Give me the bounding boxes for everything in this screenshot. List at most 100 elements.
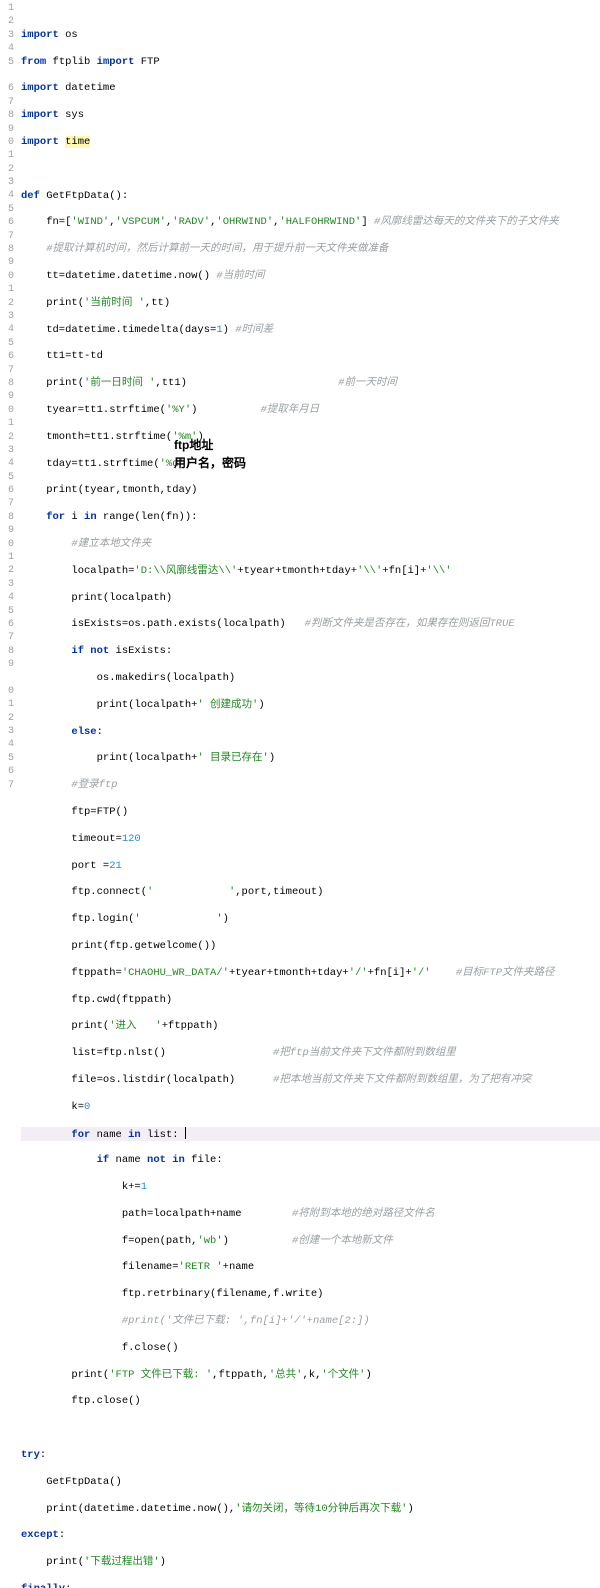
kw-if: if (21, 1154, 109, 1166)
str: '前一日时间 ' (84, 377, 155, 389)
tok: ) (258, 699, 264, 711)
tok: ,k, (302, 1369, 321, 1381)
tok: port = (21, 860, 109, 872)
tok: +tyear+tmonth+tday+ (237, 565, 357, 577)
tok: print( (21, 377, 84, 389)
comment: #提取计算机时间，然后计算前一天的时间，用于提升前一天文件夹做准备 (21, 243, 389, 255)
tok: tmonth=tt1.strftime( (21, 431, 172, 443)
tok: file: (185, 1154, 223, 1166)
tok: ftp.connect( (21, 886, 147, 898)
str: ' 目录已存在' (197, 752, 268, 764)
tok: td=datetime.timedelta(days= (21, 324, 216, 336)
tok: print(localpath+ (21, 699, 197, 711)
tok: print(localpath) (21, 592, 172, 604)
tok: FTP (134, 56, 159, 68)
tok: path=localpath+name (21, 1208, 292, 1220)
str: 'RADV' (172, 216, 210, 228)
str: ' 创建成功' (197, 699, 258, 711)
tok: ) (223, 1235, 292, 1247)
tok: os.makedirs(localpath) (21, 672, 235, 684)
tok: : (97, 726, 103, 738)
tok: tyear=tt1.strftime( (21, 404, 166, 416)
tok: name (90, 1129, 128, 1141)
tok: localpath= (21, 565, 134, 577)
tok: tt=datetime.datetime.now() (21, 270, 216, 282)
kw-import: import (21, 82, 59, 94)
tok: : (65, 1583, 71, 1588)
tok: ) (269, 752, 275, 764)
comment: #建立本地文件夹 (21, 538, 151, 550)
tok: os (59, 29, 78, 41)
tok: ,tt) (145, 297, 170, 309)
comment: #把ftp当前文件夹下文件都附到数组里 (273, 1047, 456, 1059)
tok: ftp.close() (21, 1395, 141, 1407)
tok: isExists=os.path.exists(localpath) (21, 618, 305, 630)
num: 0 (84, 1101, 90, 1113)
comment: #print('文件已下载: ',fn[i]+'/'+name[2:]) (21, 1315, 370, 1327)
comment: #当前时间 (216, 270, 264, 282)
tok: datetime (59, 82, 116, 94)
kw-in: in (84, 511, 97, 523)
tok: +fn[i]+ (382, 565, 426, 577)
kw-if-not: if not (21, 645, 109, 657)
code-lines[interactable]: import os from ftplib import FTP import … (17, 0, 600, 1588)
tok: f.close() (21, 1342, 179, 1354)
tok: fn=[ (21, 216, 71, 228)
str: '进入 ' (109, 1020, 162, 1032)
kw-import: import (21, 29, 59, 41)
tok: isExists: (109, 645, 172, 657)
tok: print(ftp.getwelcome()) (21, 940, 216, 952)
tok: ftplib (46, 56, 96, 68)
str: '/' (412, 967, 431, 979)
tok: list: (141, 1129, 185, 1141)
tok: ) (160, 1556, 166, 1568)
tok: ) (407, 1503, 413, 1515)
str: 'wb' (197, 1235, 222, 1247)
tok: sys (59, 109, 84, 121)
comment: #时间差 (235, 324, 273, 336)
tok: ftppath= (21, 967, 122, 979)
str: ' ' (134, 913, 222, 925)
tok: ) (365, 1369, 371, 1381)
str: '总共' (269, 1369, 303, 1381)
tok: name (109, 1154, 147, 1166)
comment: #创建一个本地新文件 (292, 1235, 393, 1247)
tok: ftp=FTP() (21, 806, 128, 818)
tok: print( (21, 1556, 84, 1568)
kw-in: in (128, 1129, 141, 1141)
tok: print( (21, 1020, 109, 1032)
tok: : (40, 1449, 46, 1461)
hl-time: time (65, 136, 90, 148)
tok: timeout= (21, 833, 122, 845)
str: 'HALFOHRWIND' (279, 216, 361, 228)
str: 'RETR ' (179, 1261, 223, 1273)
comment: #目标FTP文件夹路径 (431, 967, 555, 979)
str: 'OHRWIND' (216, 216, 273, 228)
str: '/' (349, 967, 368, 979)
tok: f=open(path, (21, 1235, 197, 1247)
str: '\\' (426, 565, 451, 577)
kw-import: import (21, 136, 59, 148)
kw-not-in: not in (147, 1154, 185, 1166)
tok: +tyear+tmonth+tday+ (229, 967, 349, 979)
tok: range(len(fn)): (97, 511, 198, 523)
tok: GetFtpData() (21, 1476, 122, 1488)
tok: +fn[i]+ (368, 967, 412, 979)
str: '请勿关闭，等待10分钟后再次下载' (235, 1503, 407, 1515)
str: '当前时间 ' (84, 297, 145, 309)
tok: ftp.cwd(ftppath) (21, 994, 172, 1006)
kw-finally: finally (21, 1583, 65, 1588)
tok: ,ftppath, (212, 1369, 269, 1381)
code-editor: 1234567890123456789012345678901234567890… (0, 0, 600, 1588)
comment: #登录ftp (21, 779, 118, 791)
kw-except: except (21, 1529, 59, 1541)
tok: ) (223, 913, 229, 925)
kw-import: import (21, 109, 59, 121)
overlay-credentials: 用户名，密码 (174, 457, 246, 470)
tok: : (59, 1529, 65, 1541)
num: 21 (109, 860, 122, 872)
text-caret (185, 1127, 186, 1139)
kw-from: from (21, 56, 46, 68)
kw-for: for (21, 1129, 90, 1141)
tok: print(tyear,tmonth,tday) (21, 484, 197, 496)
